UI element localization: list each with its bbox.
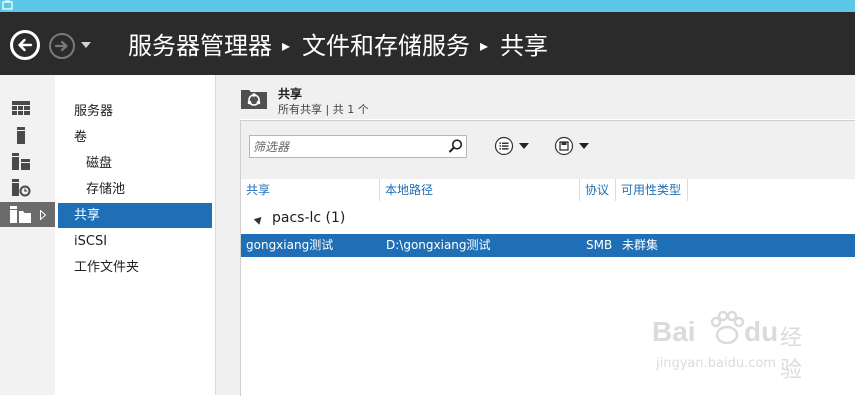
navigation-pane: 服务器 卷 磁盘 存储池 共享 iSCSI 工作文件夹 — [55, 75, 216, 395]
section-subtitle: 所有共享 | 共 1 个 — [278, 103, 369, 116]
paw-logo-icon — [710, 310, 745, 345]
nav-item-volumes[interactable]: 卷 — [58, 125, 212, 150]
column-headers: 共享 本地路径 协议 可用性类型 — [241, 179, 855, 201]
nav-item-storage-pools[interactable]: 存储池 — [58, 177, 212, 202]
rail-item-local-server[interactable] — [0, 123, 55, 148]
dashboard-icon — [12, 101, 30, 115]
watermark-brand: Bai — [652, 316, 696, 347]
window-title-strip — [0, 0, 855, 12]
rail-item-dashboard[interactable] — [0, 97, 55, 122]
shares-section-icon — [241, 90, 267, 109]
breadcrumb-item-server-manager[interactable]: 服务器管理器 — [128, 31, 272, 61]
nav-item-iscsi[interactable]: iSCSI — [58, 229, 212, 254]
rail-item-file-storage[interactable] — [0, 175, 55, 200]
watermark-brand-2: du — [744, 316, 779, 347]
column-header-local-path[interactable]: 本地路径 — [380, 179, 580, 201]
back-arrow-icon — [13, 33, 37, 57]
column-header-availability[interactable]: 可用性类型 — [616, 179, 688, 201]
content-gutter — [216, 75, 240, 395]
header-bar: 服务器管理器 ▸ 文件和存储服务 ▸ 共享 — [0, 12, 855, 75]
shares-folder-icon — [10, 206, 31, 223]
breadcrumb-item-shares[interactable]: 共享 — [500, 31, 548, 61]
back-button[interactable] — [10, 30, 40, 60]
filter-input[interactable] — [253, 138, 443, 155]
view-options-button[interactable] — [494, 136, 530, 156]
icon-rail — [0, 75, 55, 395]
collapse-triangle-icon[interactable] — [253, 214, 265, 225]
group-header[interactable]: pacs-lc (1) — [241, 208, 855, 232]
cell-protocol: SMB — [586, 238, 613, 252]
save-query-button[interactable] — [554, 136, 590, 156]
watermark-suffix: 经验 — [780, 326, 803, 383]
nav-item-disks[interactable]: 磁盘 — [58, 151, 212, 176]
column-header-share[interactable]: 共享 — [241, 179, 380, 201]
local-server-icon — [17, 127, 25, 144]
column-header-protocol[interactable]: 协议 — [580, 179, 616, 201]
dropdown-arrow-icon — [519, 143, 529, 149]
cell-share-name: gongxiang测试 — [246, 238, 334, 252]
history-dropdown-icon[interactable] — [80, 41, 92, 49]
breadcrumb-separator-icon: ▸ — [282, 36, 291, 55]
breadcrumb-separator-icon: ▸ — [480, 36, 489, 55]
file-storage-services-icon — [12, 179, 31, 197]
all-servers-icon — [12, 153, 30, 170]
cell-local-path: D:\gongxiang测试 — [386, 238, 491, 252]
nav-item-servers[interactable]: 服务器 — [58, 99, 212, 124]
table-row[interactable]: gongxiang测试 D:\gongxiang测试 SMB 未群集 — [241, 234, 855, 257]
breadcrumb-item-file-storage[interactable]: 文件和存储服务 — [302, 31, 470, 61]
rail-item-shares[interactable] — [0, 202, 55, 227]
app-icon — [2, 0, 13, 10]
filter-box[interactable] — [249, 135, 467, 158]
expand-chevron-icon[interactable] — [40, 210, 46, 220]
dropdown-arrow-icon — [579, 143, 589, 149]
watermark-url: jingyan.baidu.com — [656, 356, 776, 371]
forward-arrow-icon — [54, 40, 68, 52]
list-options-icon — [494, 136, 514, 156]
breadcrumb: 服务器管理器 ▸ 文件和存储服务 ▸ 共享 — [128, 31, 548, 61]
group-label: pacs-lc (1) — [272, 210, 346, 226]
watermark: Bai du 经验 jingyan.baidu.com — [652, 310, 812, 383]
cell-availability: 未群集 — [622, 238, 659, 252]
search-icon[interactable] — [447, 138, 464, 155]
forward-button[interactable] — [49, 33, 75, 59]
nav-item-shares[interactable]: 共享 — [58, 203, 212, 228]
rail-item-all-servers[interactable] — [0, 149, 55, 174]
save-icon — [554, 136, 574, 156]
section-title: 共享 — [278, 87, 303, 101]
nav-item-work-folders[interactable]: 工作文件夹 — [58, 255, 212, 280]
